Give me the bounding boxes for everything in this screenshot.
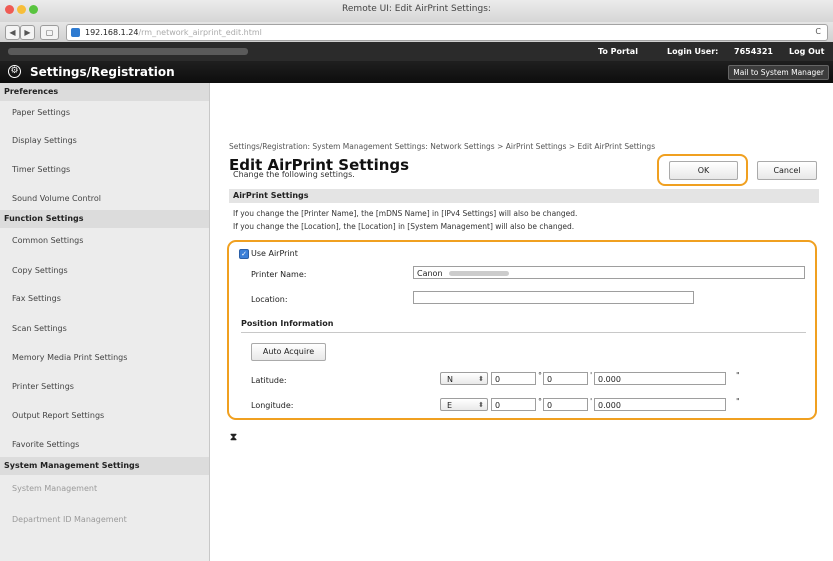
latitude-minutes-field[interactable]: 0: [543, 372, 588, 385]
sidebar-heading-function-settings: Function Settings: [0, 210, 209, 228]
sidebar-heading-system-management: System Management Settings: [0, 457, 209, 475]
sidebar-item-fax-settings[interactable]: Fax Settings: [12, 294, 61, 303]
note-location: If you change the [Location], the [Locat…: [233, 222, 575, 231]
browser-toolbar: ◀ ▶ ▢ 192.168.1.24/rm_network_airprint_e…: [0, 22, 833, 43]
tabs-button[interactable]: ▢: [40, 25, 59, 40]
minute-symbol: ': [590, 397, 593, 406]
sidebar-item-memory-media-print-settings[interactable]: Memory Media Print Settings: [12, 353, 127, 362]
settings-gear-icon: ⚙: [8, 65, 21, 78]
printer-name-label: Printer Name:: [251, 270, 307, 279]
location-field[interactable]: [413, 291, 694, 304]
latitude-seconds-field[interactable]: 0.000: [594, 372, 726, 385]
window-titlebar: Remote UI: Edit AirPrint Settings:: [0, 0, 833, 23]
note-printer-name: If you change the [Printer Name], the [m…: [233, 209, 578, 218]
sidebar-heading-preferences: Preferences: [0, 83, 209, 101]
sidebar-item-scan-settings[interactable]: Scan Settings: [12, 324, 67, 333]
sidebar-item-printer-settings[interactable]: Printer Settings: [12, 382, 74, 391]
url-field[interactable]: 192.168.1.24/rm_network_airprint_edit.ht…: [66, 24, 828, 41]
instruction-text: Change the following settings.: [233, 170, 355, 179]
ok-button[interactable]: OK: [669, 161, 738, 180]
sidebar-item-copy-settings[interactable]: Copy Settings: [12, 266, 68, 275]
printer-name-field[interactable]: Canon: [413, 266, 805, 279]
site-favicon-icon: [71, 28, 80, 37]
latitude-label: Latitude:: [251, 376, 287, 385]
sidebar-item-department-id-management[interactable]: Department ID Management: [12, 515, 127, 524]
longitude-degrees-field[interactable]: 0: [491, 398, 536, 411]
auto-acquire-button[interactable]: Auto Acquire: [251, 343, 326, 361]
sidebar-item-timer-settings[interactable]: Timer Settings: [12, 165, 70, 174]
printer-name-value: Canon: [417, 269, 443, 278]
cancel-button[interactable]: Cancel: [757, 161, 817, 180]
url-path: /rm_network_airprint_edit.html: [138, 28, 262, 37]
to-portal-link[interactable]: To Portal: [598, 47, 638, 56]
mail-to-system-manager-button[interactable]: Mail to System Manager: [728, 65, 829, 80]
url-host: 192.168.1.24: [85, 28, 139, 37]
sidebar-item-display-settings[interactable]: Display Settings: [12, 136, 77, 145]
sidebar-item-system-management[interactable]: System Management: [12, 484, 97, 493]
login-user-label: Login User:: [667, 47, 719, 56]
degree-symbol: °: [538, 397, 542, 406]
header-title: Settings/Registration: [30, 65, 175, 79]
second-symbol: ": [736, 397, 740, 406]
sidebar-item-favorite-settings[interactable]: Favorite Settings: [12, 440, 79, 449]
dropdown-arrow-icon: ⬍: [478, 401, 484, 409]
printer-model-blurred: [448, 271, 509, 276]
forward-button[interactable]: ▶: [20, 25, 35, 40]
latitude-degrees-field[interactable]: 0: [491, 372, 536, 385]
use-airprint-checkbox[interactable]: ✓: [239, 249, 249, 259]
latitude-direction-select[interactable]: N ⬍: [440, 372, 488, 385]
second-symbol: ": [736, 371, 740, 380]
sidebar: Preferences Paper Settings Display Setti…: [0, 83, 210, 561]
reload-icon[interactable]: C: [815, 27, 821, 36]
sidebar-item-output-report-settings[interactable]: Output Report Settings: [12, 411, 104, 420]
login-user-id: 7654321: [734, 47, 773, 56]
url-text: 192.168.1.24/rm_network_airprint_edit.ht…: [85, 28, 262, 37]
section-header-airprint: AirPrint Settings: [229, 189, 819, 203]
degree-symbol: °: [538, 371, 542, 380]
longitude-direction-value: E: [447, 401, 453, 410]
dropdown-arrow-icon: ⬍: [478, 375, 484, 383]
position-information-heading: Position Information: [241, 319, 806, 333]
sidebar-item-common-settings[interactable]: Common Settings: [12, 236, 83, 245]
use-airprint-label: Use AirPrint: [251, 249, 298, 258]
top-bar: To Portal Login User: 7654321 Log Out: [0, 42, 833, 61]
window-title: Remote UI: Edit AirPrint Settings:: [342, 4, 491, 14]
minute-symbol: ': [590, 371, 593, 380]
back-to-top-icon[interactable]: ⧗: [230, 432, 237, 443]
page-header: ⚙ Settings/Registration Mail to System M…: [0, 61, 833, 83]
longitude-label: Longitude:: [251, 401, 294, 410]
sidebar-item-paper-settings[interactable]: Paper Settings: [12, 108, 70, 117]
device-name-blurred: [8, 48, 248, 55]
longitude-minutes-field[interactable]: 0: [543, 398, 588, 411]
latitude-direction-value: N: [447, 375, 453, 384]
breadcrumb: Settings/Registration: System Management…: [229, 142, 656, 151]
sidebar-item-sound-volume-control[interactable]: Sound Volume Control: [12, 194, 101, 203]
longitude-direction-select[interactable]: E ⬍: [440, 398, 488, 411]
location-label: Location:: [251, 295, 288, 304]
back-button[interactable]: ◀: [5, 25, 20, 40]
longitude-seconds-field[interactable]: 0.000: [594, 398, 726, 411]
log-out-link[interactable]: Log Out: [789, 47, 824, 56]
